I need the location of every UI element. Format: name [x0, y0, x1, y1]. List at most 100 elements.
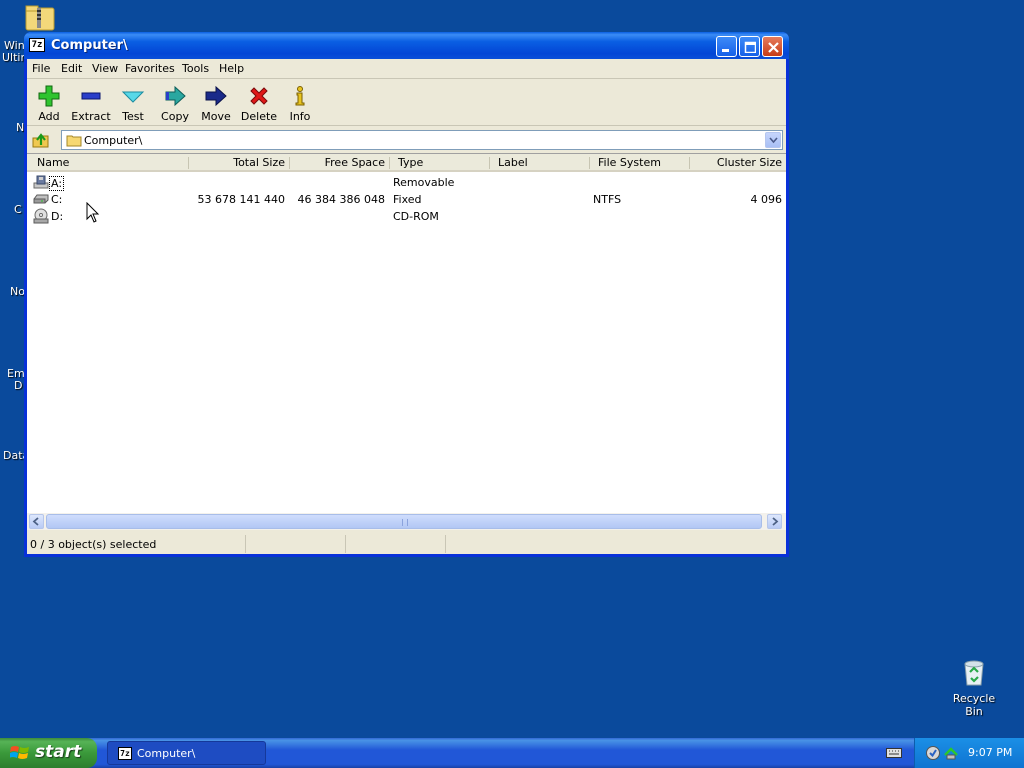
table-row[interactable]: D: CD-ROM: [27, 208, 786, 225]
chevron-down-icon: [769, 137, 778, 144]
file-manager-window: 7z Computer\ File Edit View Favorites To…: [24, 32, 789, 557]
app-icon: 7z: [118, 747, 132, 760]
system-tray: 9:07 PM: [914, 738, 1024, 768]
move-button[interactable]: Move: [195, 84, 237, 123]
folder-icon: [66, 135, 82, 147]
network-icon[interactable]: [943, 745, 959, 761]
chevron-right-icon: [772, 517, 779, 526]
menu-help[interactable]: Help: [219, 62, 244, 75]
extract-button[interactable]: Extract: [70, 84, 112, 123]
column-file-system[interactable]: File System: [594, 156, 665, 170]
copy-button[interactable]: Copy: [154, 84, 196, 123]
floppy-drive-icon: [33, 175, 49, 189]
test-label: Test: [122, 110, 144, 123]
hard-drive-icon: [33, 194, 49, 204]
desktop-label-fragment: C: [14, 203, 22, 216]
minimize-button[interactable]: [716, 36, 737, 57]
list-header: Name Total Size Free Space Type Label Fi…: [27, 154, 786, 172]
app-icon: 7z: [29, 38, 45, 52]
desktop-label-fragment: D: [14, 379, 23, 392]
scroll-left-button[interactable]: [29, 514, 44, 529]
move-label: Move: [201, 110, 231, 123]
table-row[interactable]: C: 53 678 141 440 46 384 386 048 Fixed N…: [27, 191, 786, 208]
desktop-label-fragment: N: [16, 121, 25, 134]
status-segment: [346, 535, 446, 553]
row-name: D:: [51, 210, 64, 223]
info-button[interactable]: Info: [279, 84, 321, 123]
address-bar[interactable]: Computer\: [61, 130, 783, 150]
scroll-thumb[interactable]: [46, 514, 762, 529]
taskbar-window-button[interactable]: 7z Computer\: [107, 741, 266, 765]
status-segment: [446, 535, 786, 553]
desktop-label-fragment: No: [10, 285, 25, 298]
move-arrow-icon: [205, 85, 227, 107]
menu-view[interactable]: View: [92, 62, 118, 75]
close-icon: [768, 42, 779, 53]
up-folder-button[interactable]: [31, 130, 51, 150]
maximize-button[interactable]: [739, 36, 760, 57]
row-type: CD-ROM: [393, 210, 439, 223]
drive-list[interactable]: Name Total Size Free Space Type Label Fi…: [27, 153, 786, 530]
security-shield-icon[interactable]: [925, 745, 941, 761]
column-label[interactable]: Label: [494, 156, 532, 170]
address-value: Computer\: [84, 134, 143, 147]
plus-icon: [38, 85, 60, 107]
add-label: Add: [38, 110, 60, 123]
row-file-system: NTFS: [593, 193, 622, 206]
scroll-right-button[interactable]: [767, 514, 782, 529]
copy-arrow-icon: [165, 85, 186, 107]
menu-bar: File Edit View Favorites Tools Help: [27, 59, 786, 79]
column-type[interactable]: Type: [394, 156, 427, 170]
column-total-size[interactable]: Total Size: [189, 156, 289, 170]
recycle-bin-label: Recycle Bin: [952, 692, 996, 718]
check-icon: [121, 91, 145, 103]
add-button[interactable]: Add: [28, 84, 70, 123]
status-selection: 0 / 3 object(s) selected: [27, 535, 246, 553]
taskbar: start 7z Computer\ 9:07 PM: [0, 738, 1024, 768]
close-button[interactable]: [762, 36, 783, 57]
menu-file[interactable]: File: [32, 62, 50, 75]
row-cluster-size: 4 096: [750, 193, 783, 206]
address-dropdown-button[interactable]: [765, 132, 781, 148]
row-type: Fixed: [393, 193, 422, 206]
status-segment: [246, 535, 346, 553]
table-row[interactable]: A: Removable: [27, 174, 786, 191]
row-name: A:: [49, 176, 65, 191]
row-free-space: 46 384 386 048: [297, 193, 385, 206]
status-bar: 0 / 3 object(s) selected: [27, 534, 786, 554]
test-button[interactable]: Test: [112, 84, 154, 123]
up-folder-icon: [32, 133, 49, 148]
horizontal-scrollbar[interactable]: [27, 513, 786, 530]
extract-label: Extract: [71, 110, 111, 123]
row-type: Removable: [393, 176, 455, 189]
address-row: Computer\: [27, 128, 786, 152]
clock: 9:07 PM: [968, 746, 1013, 759]
row-total-size: 53 678 141 440: [197, 193, 285, 206]
info-label: Info: [289, 110, 311, 123]
taskbar-window-title: Computer\: [137, 747, 196, 760]
recycle-bin-icon: [964, 660, 984, 686]
start-label: start: [35, 742, 82, 762]
menu-favorites[interactable]: Favorites: [125, 62, 175, 75]
minimize-icon: [722, 49, 729, 52]
column-free-space[interactable]: Free Space: [289, 156, 389, 170]
mouse-pointer-icon: [86, 202, 100, 223]
delete-button[interactable]: Delete: [238, 84, 280, 123]
menu-edit[interactable]: Edit: [61, 62, 82, 75]
toolbar: Add Extract Test Copy Move Delete Info: [27, 80, 786, 126]
window-title: Computer\: [51, 38, 128, 53]
delete-x-icon: [250, 87, 268, 105]
recycle-bin[interactable]: Recycle Bin: [944, 656, 1004, 718]
minus-icon: [81, 92, 101, 100]
archive-desktop-icon[interactable]: [24, 4, 56, 32]
keyboard-icon[interactable]: [886, 747, 902, 759]
chevron-left-icon: [32, 517, 39, 526]
menu-tools[interactable]: Tools: [182, 62, 209, 75]
column-name[interactable]: Name: [33, 156, 73, 170]
title-bar[interactable]: 7z Computer\: [24, 32, 789, 59]
start-button[interactable]: start: [0, 738, 97, 768]
row-name: C:: [51, 193, 63, 206]
info-icon: [295, 86, 305, 106]
column-cluster-size[interactable]: Cluster Size: [689, 156, 786, 170]
copy-label: Copy: [161, 110, 189, 123]
